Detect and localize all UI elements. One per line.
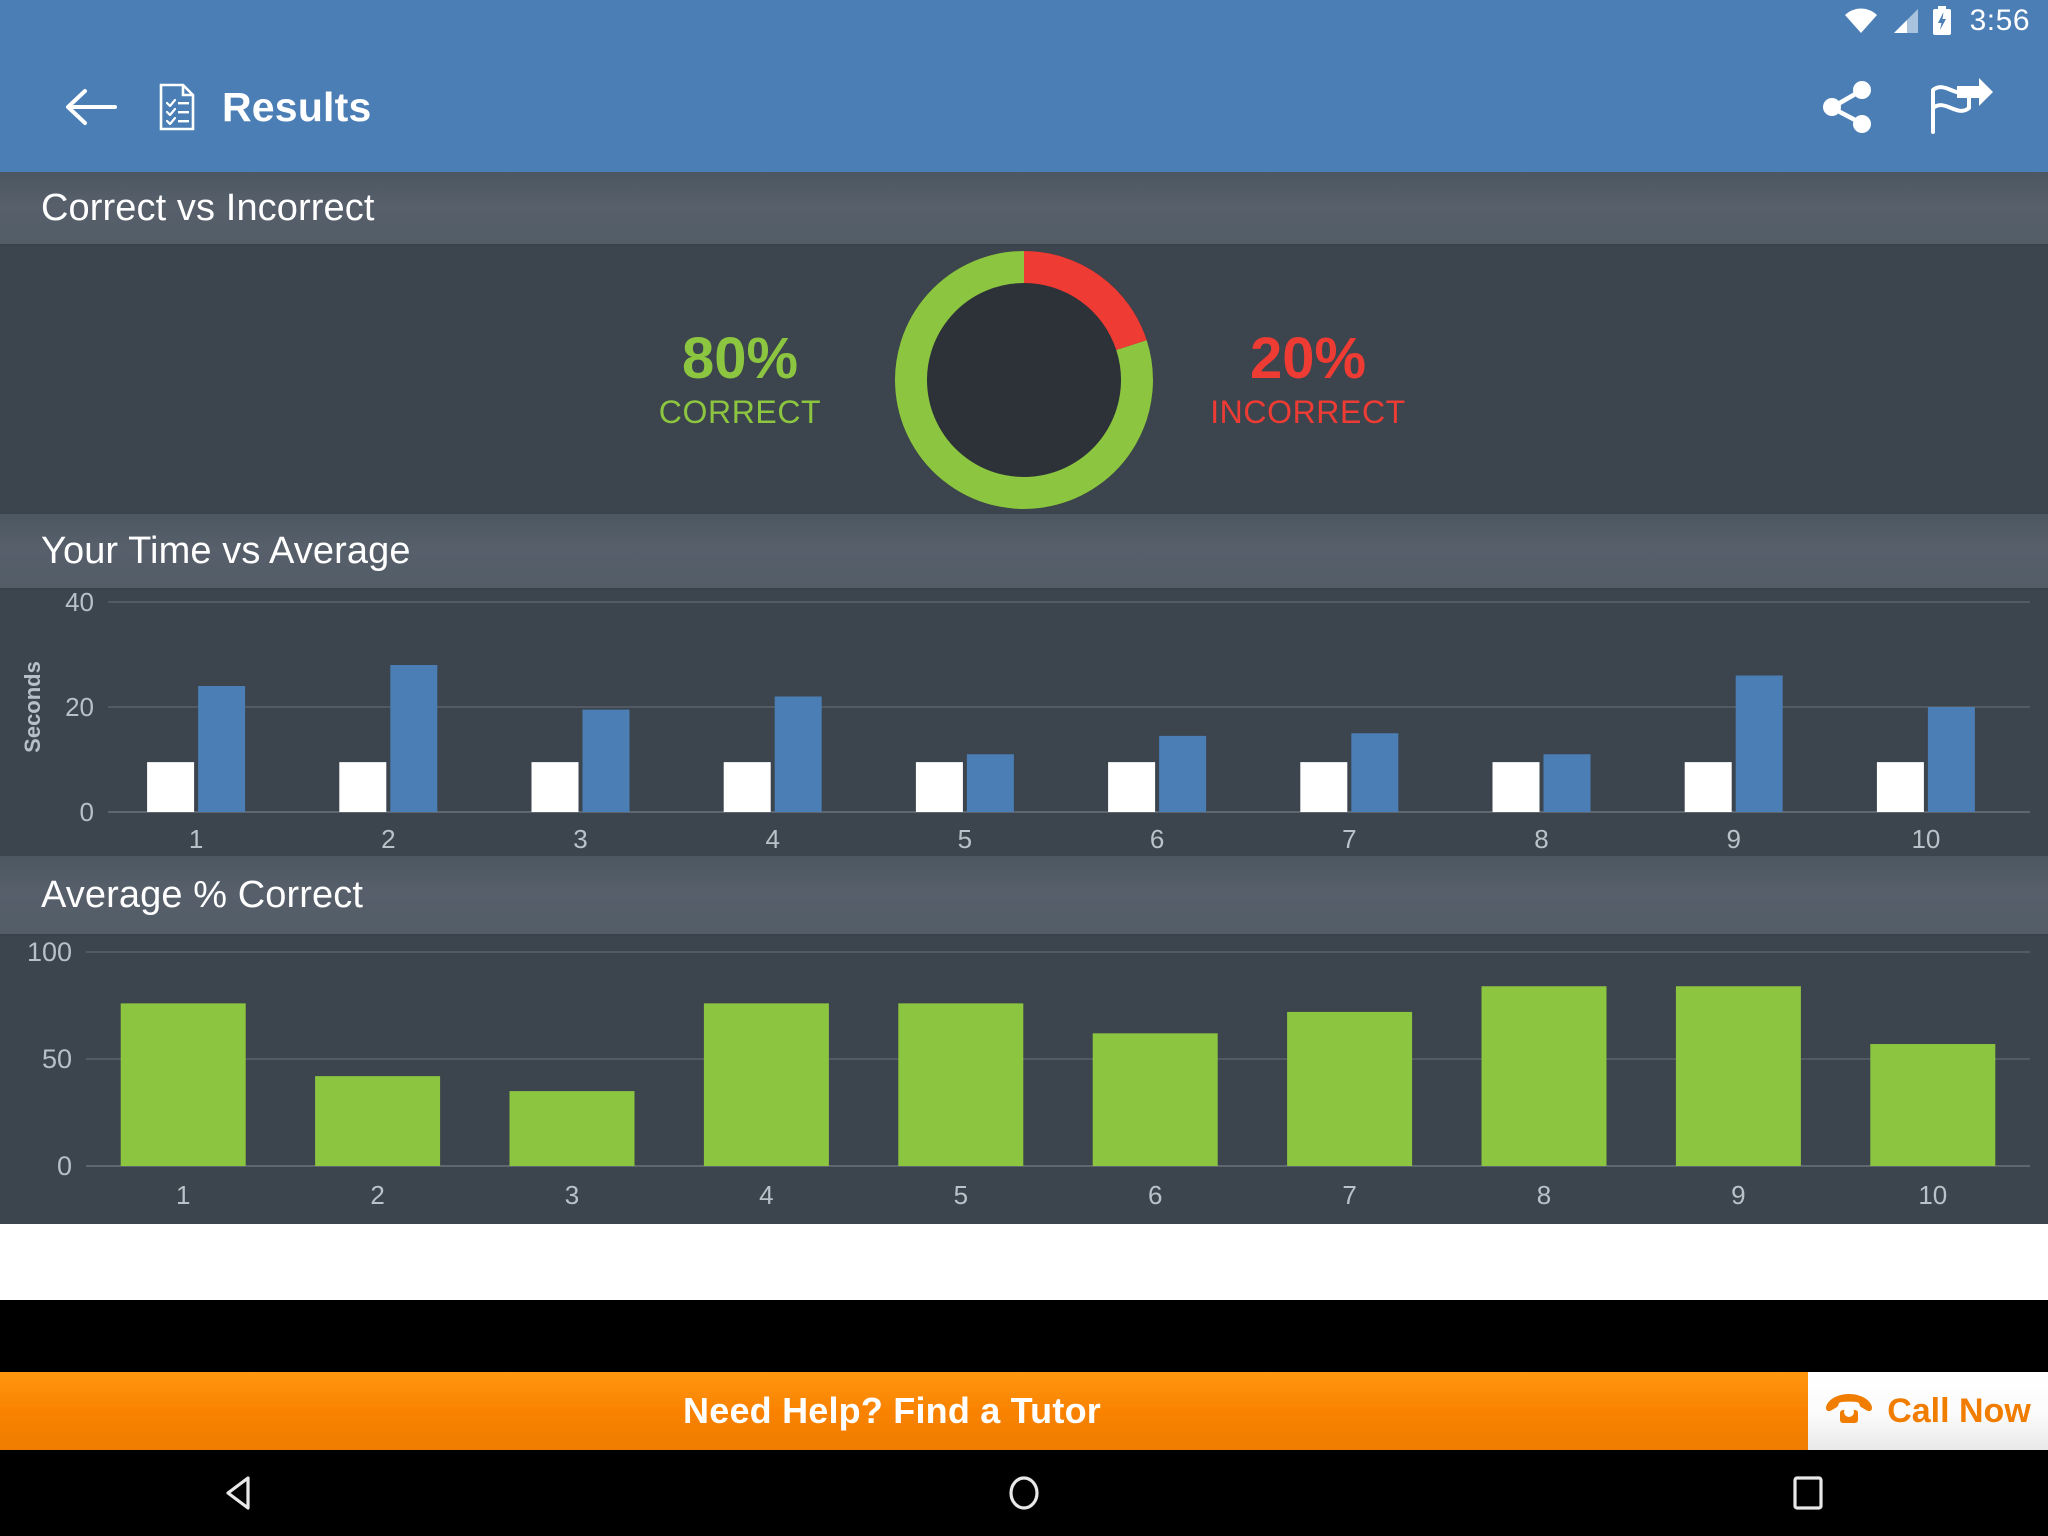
svg-text:0: 0 (57, 1151, 72, 1181)
wifi-icon (1844, 8, 1878, 34)
svg-text:9: 9 (1726, 824, 1740, 854)
svg-text:5: 5 (954, 1180, 968, 1210)
svg-text:9: 9 (1731, 1180, 1745, 1210)
nav-back-icon[interactable] (180, 1450, 300, 1536)
svg-text:40: 40 (65, 590, 94, 617)
svg-text:20: 20 (65, 692, 94, 722)
seconds-bar-chart: 0 20 40 Seconds 1 2 3 4 5 6 7 8 9 10 (20, 590, 2030, 854)
ad-banner[interactable]: Need Help? Find a Tutor Call Now (0, 1372, 2048, 1450)
svg-text:10: 10 (1911, 824, 1940, 854)
average-correct-chart: 0 50 100 1 2 3 4 5 6 7 8 9 10 (0, 936, 2048, 1224)
nav-recents-icon[interactable] (1748, 1450, 1868, 1536)
svg-text:8: 8 (1534, 824, 1548, 854)
page-title: Results (222, 83, 372, 130)
svg-text:7: 7 (1342, 1180, 1356, 1210)
section-title: Average % Correct (41, 873, 364, 916)
nav-home-icon[interactable] (964, 1450, 1084, 1536)
incorrect-stat: 20% INCORRECT (1207, 329, 1409, 431)
svg-text:1: 1 (176, 1180, 190, 1210)
results-content: Correct vs Incorrect 80% CORRECT 20% INC… (0, 172, 2048, 1300)
svg-text:0: 0 (80, 797, 94, 827)
svg-text:2: 2 (381, 824, 395, 854)
time-vs-average-chart: 0 20 40 Seconds 1 2 3 4 5 6 7 8 9 10 (0, 590, 2048, 856)
svg-text:1: 1 (189, 824, 203, 854)
telephone-icon (1825, 1392, 1873, 1431)
svg-text:100: 100 (27, 937, 72, 967)
cell-signal-icon (1890, 8, 1920, 34)
results-document-icon (158, 83, 196, 131)
correct-stat: 80% CORRECT (639, 329, 841, 431)
correct-label: CORRECT (658, 394, 822, 431)
svg-text:6: 6 (1150, 824, 1164, 854)
back-arrow-icon[interactable] (58, 74, 124, 140)
svg-text:10: 10 (1918, 1180, 1947, 1210)
svg-text:4: 4 (759, 1180, 773, 1210)
ad-banner-text: Need Help? Find a Tutor (683, 1390, 1101, 1431)
android-nav-bar (0, 1450, 2048, 1536)
call-now-button[interactable]: Call Now (1808, 1372, 2048, 1450)
svg-text:6: 6 (1148, 1180, 1162, 1210)
svg-text:2: 2 (370, 1180, 384, 1210)
section-title: Your Time vs Average (41, 529, 411, 572)
svg-text:7: 7 (1342, 824, 1356, 854)
svg-text:Seconds: Seconds (20, 661, 45, 753)
incorrect-label: INCORRECT (1210, 394, 1406, 431)
percent-bar-chart: 0 50 100 1 2 3 4 5 6 7 8 9 10 (27, 937, 2030, 1210)
status-time: 3:56 (1969, 4, 2030, 37)
incorrect-percent: 20% (1249, 325, 1367, 391)
forward-flag-icon[interactable] (1924, 71, 1996, 143)
svg-text:5: 5 (958, 824, 972, 854)
svg-text:4: 4 (765, 824, 779, 854)
donut-chart-group: 80% CORRECT 20% INCORRECT (639, 249, 1409, 511)
section-header-correct-vs-incorrect: Correct vs Incorrect (0, 172, 2048, 246)
app-root: 3:56 Results Correct vs Incorrect 80% CO… (0, 0, 2048, 1536)
app-bar: Results (0, 42, 2048, 172)
svg-text:8: 8 (1537, 1180, 1551, 1210)
donut-chart (893, 249, 1155, 511)
svg-text:3: 3 (573, 824, 587, 854)
svg-text:3: 3 (565, 1180, 579, 1210)
correct-percent: 80% (681, 325, 799, 391)
call-now-label: Call Now (1887, 1391, 2031, 1430)
find-a-tutor-banner[interactable]: Need Help? Find a Tutor (0, 1372, 1808, 1450)
share-icon[interactable] (1812, 71, 1884, 143)
status-bar: 3:56 (0, 0, 2048, 42)
battery-charging-icon (1932, 6, 1952, 36)
donut-panel: 80% CORRECT 20% INCORRECT (0, 246, 2048, 514)
app-bar-left: Results (0, 74, 372, 140)
svg-text:50: 50 (42, 1044, 72, 1074)
section-header-average-correct: Average % Correct (0, 856, 2048, 936)
app-bar-actions (1812, 71, 2048, 143)
section-header-time-vs-average: Your Time vs Average (0, 514, 2048, 590)
section-title: Correct vs Incorrect (41, 186, 375, 229)
